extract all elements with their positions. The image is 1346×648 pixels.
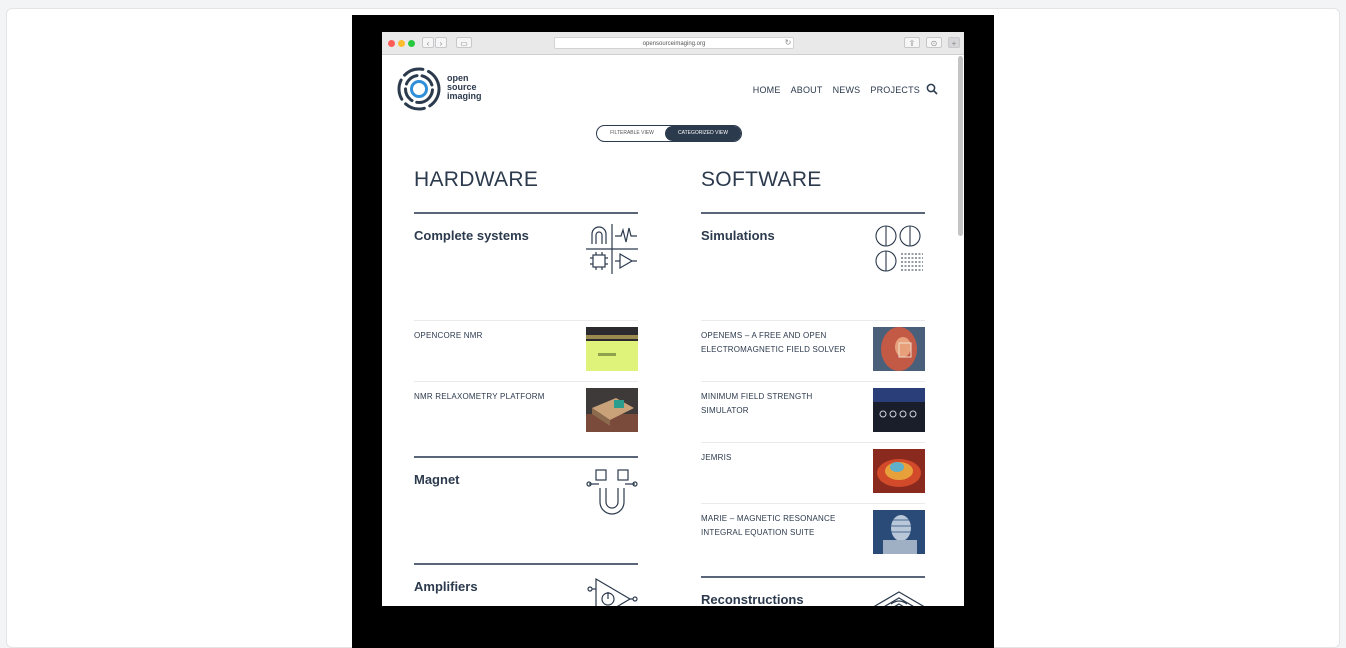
reload-icon[interactable]: ↻ [784, 37, 792, 48]
hardware-column: HARDWARE Complete systems OPENCORE NMR N… [414, 54, 638, 606]
category-amplifiers[interactable]: Amplifiers [414, 563, 638, 606]
downloads-icon[interactable]: ⊙ [926, 37, 942, 48]
category-complete-systems[interactable]: Complete systems [414, 212, 638, 286]
new-tab-icon[interactable]: + [948, 37, 960, 48]
list-item[interactable]: MARIE – MAGNETIC RESONANCE INTEGRAL EQUA… [701, 503, 925, 566]
hardware-title: HARDWARE [414, 168, 539, 191]
address-bar[interactable]: opensourceimaging.org [554, 37, 794, 49]
zoom-window-button[interactable] [408, 40, 415, 47]
minimum-field-simulator-thumbnail [873, 388, 925, 432]
list-item[interactable]: JEMRIS [701, 442, 925, 503]
software-column: SOFTWARE Simulations OPENEMS – A FREE AN… [701, 54, 925, 606]
category-simulations[interactable]: Simulations [701, 212, 925, 286]
category-title: Amplifiers [414, 579, 478, 594]
minimize-window-button[interactable] [398, 40, 405, 47]
category-title: Simulations [701, 228, 775, 243]
opencore-nmr-thumbnail [586, 327, 638, 371]
search-icon[interactable] [926, 83, 938, 95]
project-title: JEMRIS [701, 453, 732, 462]
magnet-icon [586, 469, 638, 515]
amplifier-icon [587, 577, 638, 606]
project-title: OPENCORE NMR [414, 331, 483, 340]
list-item[interactable]: OPENEMS – A FREE AND OPEN ELECTROMAGNETI… [701, 320, 925, 381]
openems-thumbnail [873, 327, 925, 371]
close-window-button[interactable] [388, 40, 395, 47]
project-title: NMR RELAXOMETRY PLATFORM [414, 392, 545, 401]
share-icon[interactable]: ⇪ [904, 37, 920, 48]
list-item[interactable]: MINIMUM FIELD STRENGTH SIMULATOR [701, 381, 925, 442]
sidebar-icon[interactable]: ▭ [456, 37, 472, 48]
category-title: Reconstructions [701, 592, 804, 606]
list-item[interactable]: NMR RELAXOMETRY PLATFORM [414, 381, 638, 452]
software-title: SOFTWARE [701, 168, 822, 191]
web-page: open source imaging HOME ABOUT NEWS PROJ… [382, 54, 958, 606]
project-title: MINIMUM FIELD STRENGTH SIMULATOR [701, 392, 813, 415]
jemris-thumbnail [873, 449, 925, 493]
back-button[interactable]: ‹ [422, 37, 434, 48]
browser-window: ‹ › ▭ opensourceimaging.org ↻ ⇪ ⊙ + open… [382, 32, 964, 606]
complete-systems-icon [586, 224, 638, 274]
simulations-icon [875, 225, 923, 272]
list-item[interactable]: OPENCORE NMR [414, 320, 638, 381]
page-scrollbar[interactable] [958, 56, 963, 236]
project-title: MARIE – MAGNETIC RESONANCE INTEGRAL EQUA… [701, 514, 836, 537]
browser-toolbar: ‹ › ▭ opensourceimaging.org ↻ ⇪ ⊙ + [382, 32, 964, 55]
marie-thumbnail [873, 510, 925, 554]
category-magnet[interactable]: Magnet [414, 456, 638, 558]
reconstructions-icon [873, 591, 925, 606]
nmr-relaxometry-thumbnail [586, 388, 638, 432]
category-title: Complete systems [414, 228, 529, 243]
forward-button[interactable]: › [435, 37, 447, 48]
project-title: OPENEMS – A FREE AND OPEN ELECTROMAGNETI… [701, 331, 846, 354]
address-bar-url: opensourceimaging.org [642, 41, 706, 47]
category-reconstructions[interactable]: Reconstructions [701, 576, 925, 606]
category-title: Magnet [414, 472, 460, 487]
